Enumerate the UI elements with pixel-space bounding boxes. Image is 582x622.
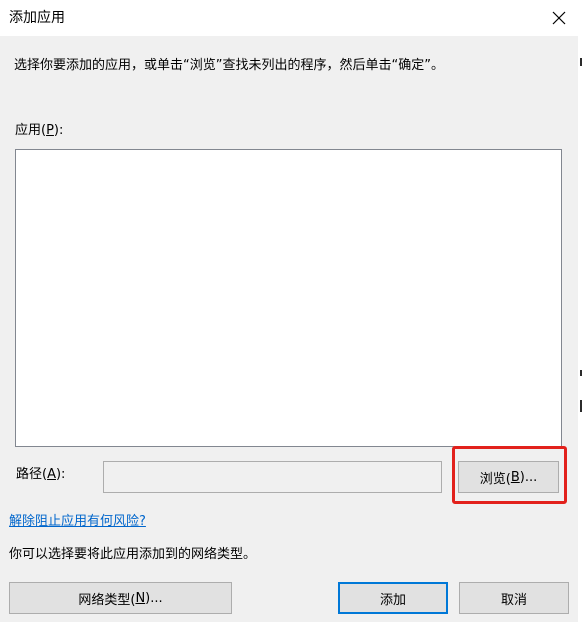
add-app-dialog: 添加应用 选择你要添加的应用，或单击“浏览”查找未列出的程序，然后单击“确定”。… [0, 0, 582, 622]
browse-button[interactable]: 浏览(B)... [458, 461, 559, 493]
apps-label: 应用(P): [15, 123, 64, 138]
dialog-title: 添加应用 [9, 10, 65, 26]
close-icon [552, 11, 566, 25]
background-window-edge [578, 0, 582, 622]
path-input[interactable] [103, 461, 442, 493]
network-types-button[interactable]: 网络类型(N)... [9, 582, 232, 614]
instructions-text: 选择你要添加的应用，或单击“浏览”查找未列出的程序，然后单击“确定”。 [14, 58, 444, 73]
close-button[interactable] [544, 0, 574, 36]
risk-help-link[interactable]: 解除阻止应用有何风险? [9, 513, 146, 531]
title-bar: 添加应用 [0, 0, 582, 36]
cancel-button[interactable]: 取消 [459, 582, 569, 614]
app-list[interactable] [15, 149, 562, 447]
path-label: 路径(A): [16, 467, 66, 482]
add-button[interactable]: 添加 [338, 582, 448, 614]
network-type-note: 你可以选择要将此应用添加到的网络类型。 [9, 547, 257, 562]
